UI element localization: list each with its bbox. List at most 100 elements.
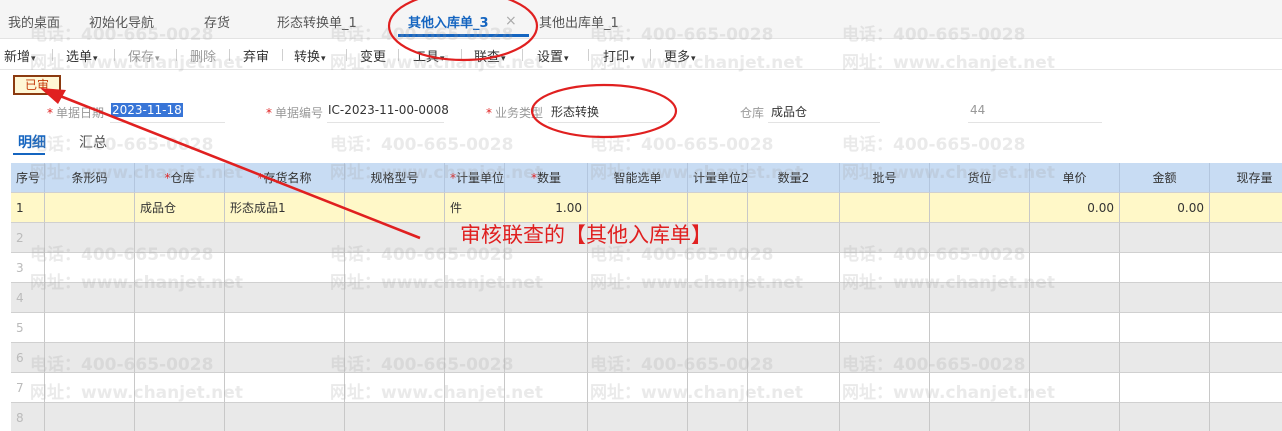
cell-item-name[interactable] [225,313,345,343]
cell-unit2[interactable] [688,403,748,431]
cell-stock-qty[interactable] [1210,343,1282,373]
cell-barcode[interactable] [45,373,135,403]
column-header-item-name[interactable]: *存货名称 [225,163,345,193]
tab-other-outbound[interactable]: 其他出库单_1 [539,0,619,38]
cell-smart-select[interactable] [588,283,688,313]
cell-spec[interactable] [345,403,445,431]
cell-amount[interactable] [1120,223,1210,253]
cell-unit-price[interactable] [1030,223,1120,253]
table-row[interactable]: 6 [11,343,1282,373]
cell-barcode[interactable] [45,313,135,343]
column-header-amount[interactable]: 金额 [1120,163,1210,193]
cell-location[interactable] [930,313,1030,343]
table-row[interactable]: 8 [11,403,1282,431]
cell-location[interactable] [930,283,1030,313]
tab-init-nav[interactable]: 初始化导航 [89,0,154,38]
cell-unit2[interactable] [688,373,748,403]
cell-seq[interactable]: 1 [11,193,45,223]
cell-spec[interactable] [345,343,445,373]
cell-smart-select[interactable] [588,373,688,403]
cell-stock-qty[interactable] [1210,253,1282,283]
subtab-detail[interactable]: 明细 [18,132,46,152]
tab-my-desktop[interactable]: 我的桌面 [8,0,60,38]
cell-item-name[interactable] [225,253,345,283]
cell-unit-price[interactable] [1030,253,1120,283]
cell-amount[interactable] [1120,253,1210,283]
cell-spec[interactable] [345,373,445,403]
table-row[interactable]: 7 [11,373,1282,403]
cell-unit[interactable] [445,283,505,313]
cell-location[interactable] [930,223,1030,253]
tab-form-conversion[interactable]: 形态转换单_1 [277,0,357,38]
cell-amount[interactable] [1120,343,1210,373]
cell-barcode[interactable] [45,253,135,283]
cell-qty2[interactable] [748,223,840,253]
cell-warehouse[interactable] [135,343,225,373]
cell-location[interactable] [930,253,1030,283]
column-header-unit[interactable]: *计量单位 [445,163,505,193]
cell-seq[interactable]: 8 [11,403,45,431]
cell-smart-select[interactable] [588,343,688,373]
cell-unit-price[interactable] [1030,343,1120,373]
cell-seq[interactable]: 7 [11,373,45,403]
cell-batch[interactable] [840,373,930,403]
tab-inventory[interactable]: 存货 [204,0,230,38]
cell-unit2[interactable] [688,313,748,343]
cell-unit2[interactable] [688,253,748,283]
cell-barcode[interactable] [45,403,135,431]
column-header-barcode[interactable]: 条形码 [45,163,135,193]
cell-item-name[interactable] [225,223,345,253]
subtab-summary[interactable]: 汇总 [79,132,107,152]
cell-batch[interactable] [840,313,930,343]
cell-batch[interactable] [840,253,930,283]
cell-warehouse[interactable] [135,313,225,343]
cell-stock-qty[interactable] [1210,283,1282,313]
tools-button[interactable]: 工具▾ [413,46,445,65]
convert-button[interactable]: 转换▾ [294,46,326,65]
cell-item-name[interactable] [225,373,345,403]
cell-qty2[interactable] [748,373,840,403]
column-header-qty[interactable]: *数量 [505,163,588,193]
table-row[interactable]: 5 [11,313,1282,343]
cell-seq[interactable]: 6 [11,343,45,373]
column-header-batch[interactable]: 批号 [840,163,930,193]
cell-barcode[interactable] [45,193,135,223]
column-header-location[interactable]: 货位 [930,163,1030,193]
close-icon[interactable]: × [505,13,517,29]
print-button[interactable]: 打印▾ [603,46,635,65]
cell-amount[interactable] [1120,373,1210,403]
cell-warehouse[interactable]: 成品仓 [135,193,225,223]
extra-field[interactable]: 44 [970,103,985,117]
cell-qty2[interactable] [748,403,840,431]
change-button[interactable]: 变更 [360,46,386,65]
cell-stock-qty[interactable] [1210,223,1282,253]
cell-spec[interactable] [345,313,445,343]
column-header-warehouse[interactable]: *仓库 [135,163,225,193]
cell-unit-price[interactable] [1030,283,1120,313]
cell-qty2[interactable] [748,343,840,373]
related-query-button[interactable]: 联查▾ [474,46,506,65]
cell-item-name[interactable] [225,283,345,313]
cell-stock-qty[interactable] [1210,403,1282,431]
cell-amount[interactable]: 0.00 [1120,193,1210,223]
cell-qty2[interactable] [748,193,840,223]
cell-location[interactable] [930,343,1030,373]
column-header-smart-select[interactable]: 智能选单 [588,163,688,193]
column-header-unit-price[interactable]: 单价 [1030,163,1120,193]
cell-smart-select[interactable] [588,253,688,283]
cell-qty[interactable] [505,283,588,313]
cell-unit[interactable] [445,343,505,373]
cell-unit-price[interactable] [1030,373,1120,403]
cell-amount[interactable] [1120,313,1210,343]
cell-smart-select[interactable] [588,403,688,431]
biz-type-field[interactable]: 形态转换 [551,103,599,120]
cell-item-name[interactable] [225,343,345,373]
cell-location[interactable] [930,403,1030,431]
cell-warehouse[interactable] [135,223,225,253]
cell-amount[interactable] [1120,403,1210,431]
cell-qty[interactable] [505,373,588,403]
cell-unit2[interactable] [688,283,748,313]
cell-unit[interactable] [445,403,505,431]
cell-qty[interactable] [505,253,588,283]
cell-warehouse[interactable] [135,373,225,403]
